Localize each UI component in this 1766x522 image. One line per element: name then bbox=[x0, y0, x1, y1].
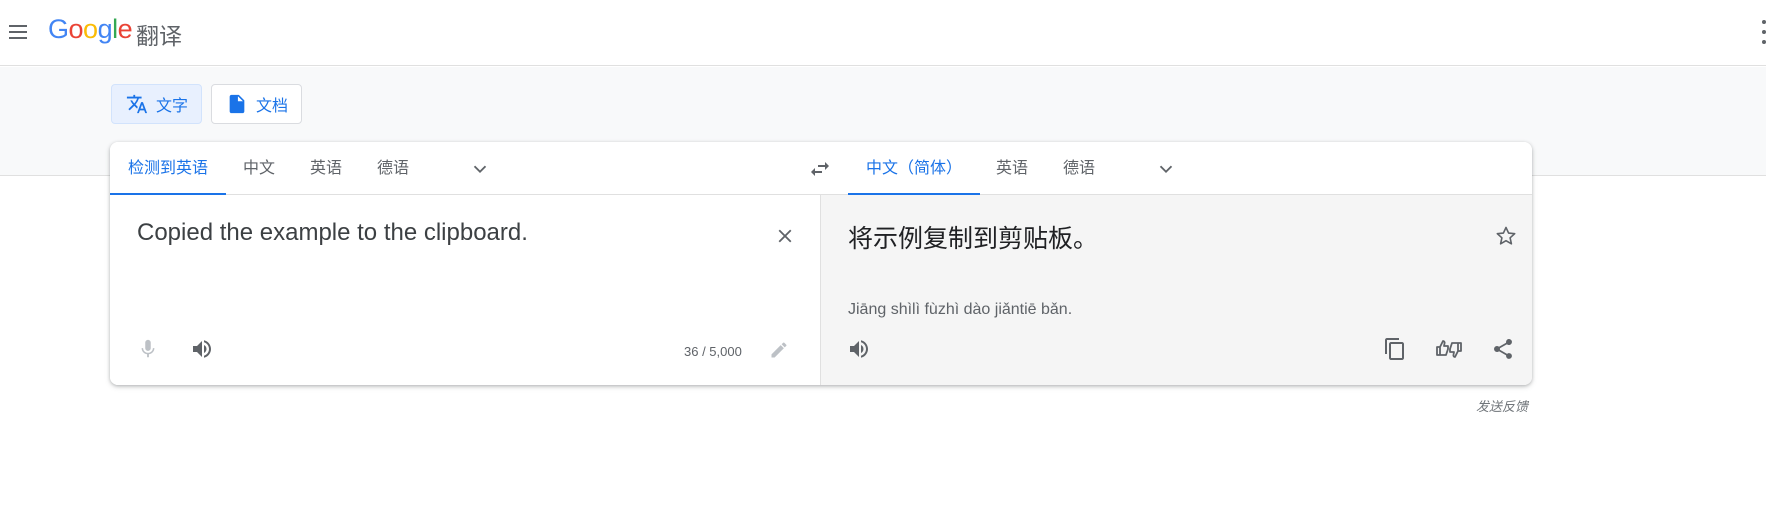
star-icon bbox=[1496, 226, 1516, 245]
close-icon bbox=[778, 229, 792, 243]
save-translation-button[interactable] bbox=[1492, 222, 1520, 250]
microphone-icon bbox=[141, 339, 155, 358]
source-text-input[interactable]: Copied the example to the clipboard. bbox=[137, 219, 528, 247]
source-language-chevron-down-icon[interactable] bbox=[469, 158, 491, 180]
copy-icon bbox=[1385, 338, 1404, 360]
document-icon bbox=[229, 94, 245, 114]
share-icon bbox=[1494, 339, 1512, 359]
language-bar: 检测到英语 中文 英语 德语 中文（简体） 英语 德语 bbox=[110, 142, 1532, 195]
target-language-chevron-down-icon[interactable] bbox=[1155, 158, 1177, 180]
share-translation-button[interactable] bbox=[1489, 335, 1517, 363]
document-mode-button[interactable]: 文档 bbox=[211, 84, 302, 124]
speaker-icon bbox=[850, 340, 868, 358]
character-count: 36 / 5,000 bbox=[684, 344, 742, 359]
voice-input-button[interactable] bbox=[134, 335, 162, 363]
main-menu-icon[interactable] bbox=[6, 20, 30, 44]
thumbs-rating-icon bbox=[1436, 340, 1462, 358]
app-header: Google 翻译 bbox=[0, 0, 1766, 66]
copy-translation-button[interactable] bbox=[1381, 335, 1409, 363]
tab-target-english[interactable]: 英语 bbox=[996, 142, 1028, 195]
translate-icon bbox=[126, 94, 148, 114]
rate-translation-button[interactable] bbox=[1435, 335, 1463, 363]
pencil-icon bbox=[771, 342, 787, 358]
transliteration-text: Jiāng shìlì fùzhì dào jiǎntiē bǎn. bbox=[848, 301, 1073, 318]
tab-target-german[interactable]: 德语 bbox=[1063, 142, 1095, 195]
speaker-icon bbox=[193, 340, 211, 358]
document-mode-label: 文档 bbox=[256, 96, 289, 115]
edit-button[interactable] bbox=[765, 336, 793, 364]
clear-source-button[interactable] bbox=[771, 222, 799, 250]
tab-source-german[interactable]: 德语 bbox=[377, 142, 409, 195]
send-feedback-link[interactable]: 发送反馈 bbox=[1476, 396, 1528, 415]
more-options-icon[interactable] bbox=[1760, 18, 1766, 46]
target-pane: 将示例复制到剪贴板。 Jiāng shìlì fùzhì dào jiǎntiē… bbox=[820, 195, 1532, 385]
text-mode-button[interactable]: 文字 bbox=[111, 84, 202, 124]
source-pane: Copied the example to the clipboard. 36 … bbox=[110, 195, 820, 385]
tab-detected-language[interactable]: 检测到英语 bbox=[110, 142, 227, 195]
tab-target-chinese-simplified[interactable]: 中文（简体） bbox=[848, 142, 981, 195]
translated-text: 将示例复制到剪贴板。 bbox=[848, 224, 1099, 253]
translation-card: 检测到英语 中文 英语 德语 中文（简体） 英语 德语 Copied the e… bbox=[110, 142, 1532, 385]
product-name: 翻译 bbox=[136, 24, 182, 50]
swap-languages-icon[interactable] bbox=[808, 157, 832, 181]
tab-source-chinese[interactable]: 中文 bbox=[243, 142, 275, 195]
source-listen-button[interactable] bbox=[188, 335, 216, 363]
target-listen-button[interactable] bbox=[845, 335, 873, 363]
tab-source-english[interactable]: 英语 bbox=[310, 142, 342, 195]
text-mode-label: 文字 bbox=[156, 96, 189, 115]
google-logo[interactable]: Google bbox=[48, 14, 133, 45]
